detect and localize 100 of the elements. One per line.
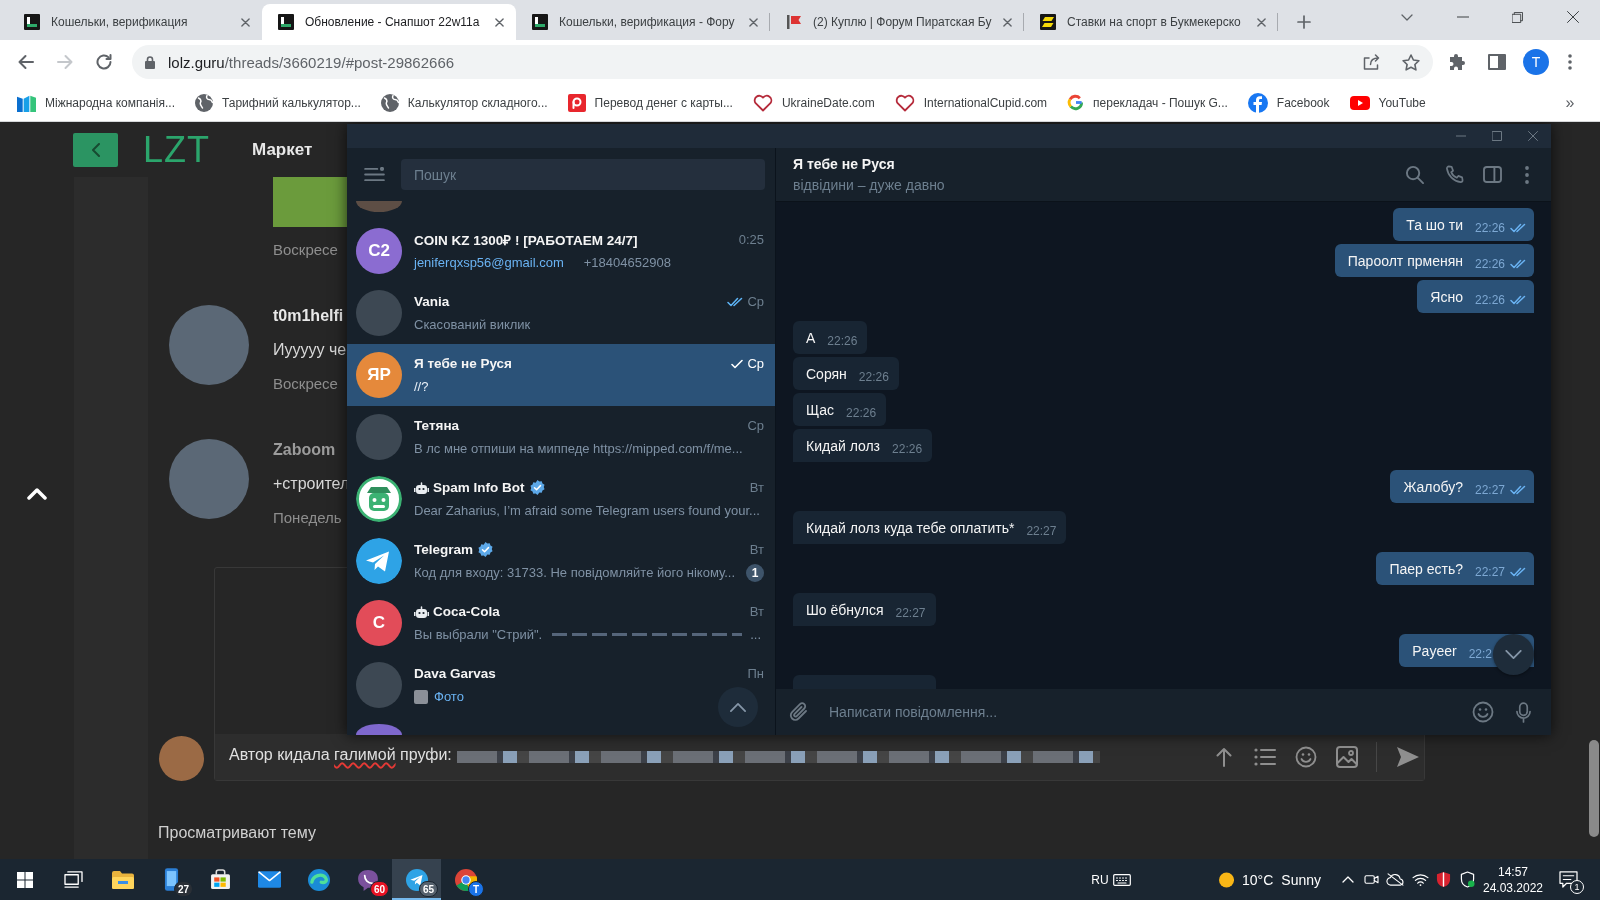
notifications-button[interactable]: 1 (1548, 859, 1588, 900)
bookmark[interactable]: Перевод денег с карты... (559, 88, 741, 117)
plus-icon (1297, 15, 1311, 29)
bookmark[interactable]: Тарифний калькулятор... (187, 88, 369, 117)
message-text: Та шо ти (1406, 216, 1463, 235)
message-text: Жалобу? (1403, 478, 1463, 497)
avatar-placeholder (356, 290, 402, 336)
back-button[interactable] (73, 132, 118, 167)
unread-badge: 1 (746, 563, 764, 582)
wave-logo-icon (307, 868, 330, 891)
scrollbar-thumb[interactable] (1589, 740, 1599, 837)
chat-name: Тетяна (414, 418, 460, 433)
avatar-placeholder (356, 724, 402, 735)
browser-tab[interactable]: Кошельки, верификация - Фору (516, 4, 770, 40)
bookmark[interactable]: Міжнародна компанія... (9, 88, 183, 117)
clock-date[interactable]: 24.03.2022 (1482, 879, 1544, 896)
message-text: А (806, 329, 816, 348)
heart-icon (894, 93, 915, 112)
circle-logo-icon (1247, 92, 1268, 113)
profile-button[interactable]: T (1523, 49, 1549, 75)
message-preview: Вы выбрали "Стрий". (414, 627, 543, 642)
search-icon (1404, 165, 1424, 184)
chat-list-item[interactable]: C2 COIN KZ 1300₽ ! [РАБОТАЕМ 24/7] 0:25 jeniferqxsp56@gmail.com +18404652908 (347, 220, 775, 282)
taskbar-button[interactable]: 27 (147, 859, 196, 900)
taskbar-button[interactable]: 60 (343, 859, 392, 900)
message-text: Ясно (1430, 288, 1463, 307)
chat-list-item[interactable]: ЯР Я тебе не Руся Ср //? (347, 344, 775, 406)
share-icon (1363, 54, 1381, 70)
close-icon (748, 17, 758, 27)
email-link[interactable]: jeniferqxsp56@gmail.com (414, 255, 564, 270)
bookmark[interactable]: InternationalCupid.com (886, 88, 1056, 117)
message-preview: В лс мне отпиши на миппеде https://mipped.com/f/me... (414, 441, 743, 456)
nav-link[interactable]: Маркет (252, 139, 313, 160)
post-text: +строител (273, 474, 350, 494)
message-text: Шо ёбнулся (806, 601, 884, 620)
reply-editor[interactable]: Автор кидала галимой пруфи: (215, 734, 1424, 780)
message-preview: Dear Zaharius, I’m afraid some Telegram users found your... (414, 503, 760, 518)
close-icon (240, 17, 250, 27)
cloud-icon (1385, 873, 1405, 886)
browser-tab[interactable]: Ставки на спорт в Букмекерско (1024, 4, 1278, 40)
bookmark[interactable]: перекладач - Пошук G... (1059, 88, 1236, 117)
app-badge: 27 (174, 881, 194, 897)
shopping-bag-icon (210, 869, 231, 890)
browser-tab[interactable]: Обновление - Снапшот 22w11a (262, 4, 516, 40)
chat-list-item[interactable]: Тетяна Ср В лс мне отпиши на миппеде https://mipped.com/f/me... (347, 406, 775, 468)
language-button[interactable]: RU (1089, 864, 1111, 895)
notification-icon (1558, 871, 1578, 888)
keyboard-icon (1113, 873, 1131, 886)
chevron-up-icon (1342, 876, 1354, 883)
avatar-initials: C (356, 600, 402, 646)
message-preview: Код для входу: 31733. Не повідомляйте його нікому... (414, 565, 736, 580)
app-badge: 60 (370, 881, 390, 897)
close-icon (1528, 131, 1538, 141)
message-time: 22:26 (858, 370, 889, 384)
url-text[interactable]: lolz.guru/threads/3660219/#post-29862666 (168, 53, 455, 71)
chat-name: Я тебе не Руся (414, 356, 512, 371)
site-logo-icon (24, 14, 40, 30)
bookmark[interactable]: Калькулятор складного... (372, 88, 556, 117)
chat-list-item[interactable]: C Coca-Cola Вт Вы выбрали "Стрий". ... (347, 592, 775, 654)
chevron-left-icon (91, 142, 100, 157)
avatar-initials: ЯР (356, 352, 402, 398)
bookmark[interactable]: YouTube (1341, 88, 1434, 117)
taskbar-button[interactable]: T (441, 859, 490, 900)
author-name[interactable]: Zaboom (273, 433, 336, 467)
address-bar[interactable]: lolz.guru/threads/3660219/#post-29862666 (132, 45, 1433, 79)
phone-number: +18404652908 (583, 255, 671, 270)
site-logo[interactable]: LZT (143, 132, 210, 167)
site-logo-icon (278, 14, 294, 30)
site-logo-icon (532, 14, 548, 30)
globe-icon (195, 93, 213, 112)
message-composer[interactable]: Написати повідомлення... (776, 689, 1551, 735)
message-input[interactable]: Написати повідомлення... (822, 697, 1463, 727)
bookmark[interactable]: UkraineDate.com (744, 88, 883, 117)
restore-icon (1512, 11, 1523, 23)
post-date: Воскресе (273, 374, 338, 394)
chat-time: Ср (747, 294, 764, 309)
search-field[interactable]: Пошук (401, 159, 765, 190)
weather-button[interactable]: 10°C Sunny (1219, 864, 1321, 895)
chevron-down-icon (1505, 650, 1522, 659)
chat-list-item[interactable]: Spam Info Bot Вт Dear Zaharius, I’m afraid some Telegram users found your... (347, 468, 775, 530)
taskbar-button[interactable]: 65 (392, 859, 441, 900)
avatar-placeholder (356, 662, 402, 708)
author-name[interactable]: t0m1helfi (273, 299, 344, 333)
chat-name: Coca-Cola (433, 604, 500, 619)
chat-time: Ср (747, 356, 764, 371)
avatar-placeholder (159, 736, 204, 781)
bookmark[interactable]: Facebook (1239, 88, 1338, 117)
chat-list-item[interactable]: Dava Garvas Пн Фото (347, 654, 775, 716)
chat-list-item[interactable]: Vania Ср Скасований виклик (347, 282, 775, 344)
message-text: Сорян (806, 365, 847, 384)
message-text: Щас (806, 401, 835, 420)
scroll-up-button[interactable] (718, 687, 758, 727)
browser-tab[interactable]: (2) Куплю | Форум Пиратская Бу (770, 4, 1024, 40)
globe-icon (380, 93, 399, 112)
clock-time[interactable]: 14:57 (1498, 863, 1528, 880)
post-text: Иууууу че (273, 340, 347, 360)
chat-list-item[interactable]: Telegram Вт Код для входу: 31733. Не повідомляйте його нікому... 1 (347, 530, 775, 592)
microphone-icon (1515, 701, 1531, 723)
more-bookmarks-button[interactable]: » (1558, 88, 1582, 117)
browser-tab[interactable]: Кошельки, верификация (8, 4, 262, 40)
